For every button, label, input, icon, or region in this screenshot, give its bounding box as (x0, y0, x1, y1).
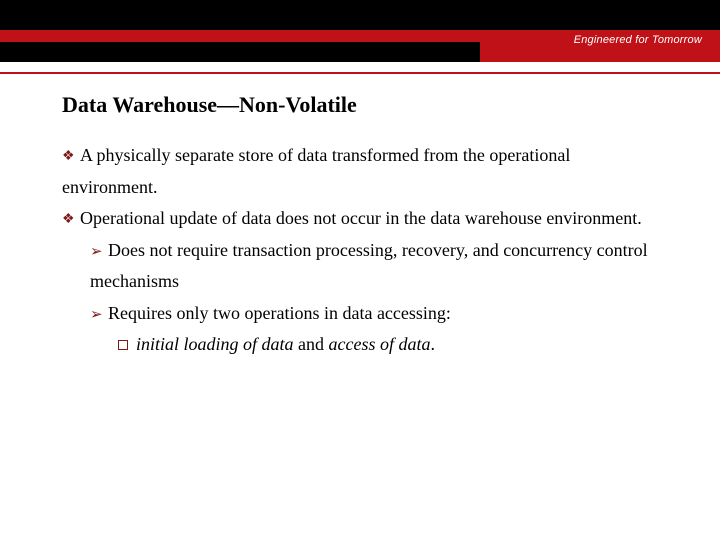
slide-content: Data Warehouse—Non-Volatile ❖A physicall… (0, 74, 720, 361)
bullet-item: ❖A physically separate store of data tra… (62, 140, 670, 203)
bullet-text-italic: initial loading of data (136, 334, 294, 354)
bullet-text: Operational update of data does not occu… (80, 208, 642, 228)
header-black-bar (0, 0, 720, 30)
header-black-inset (0, 42, 480, 62)
header-red-bar: Engineered for Tomorrow (0, 30, 720, 62)
header-tagline: Engineered for Tomorrow (574, 34, 702, 46)
bullet-item: initial loading of data and access of da… (118, 329, 670, 361)
bullet-text: Does not require transaction processing,… (90, 240, 648, 292)
slide-header: Engineered for Tomorrow (0, 0, 720, 62)
slide-body: ❖A physically separate store of data tra… (62, 140, 670, 361)
bullet-item: ➢Requires only two operations in data ac… (90, 298, 670, 330)
slide-title: Data Warehouse—Non-Volatile (62, 92, 670, 118)
diamond-bullet-icon: ❖ (62, 140, 80, 172)
bullet-text-italic: access of data (329, 334, 431, 354)
bullet-text: . (431, 334, 436, 354)
arrow-bullet-icon: ➢ (90, 298, 108, 330)
bullet-text: A physically separate store of data tran… (62, 145, 570, 197)
bullet-text: Requires only two operations in data acc… (108, 303, 451, 323)
bullet-item: ❖Operational update of data does not occ… (62, 203, 670, 235)
bullet-text: and (294, 334, 329, 354)
arrow-bullet-icon: ➢ (90, 235, 108, 267)
diamond-bullet-icon: ❖ (62, 203, 80, 235)
square-bullet-icon (118, 329, 136, 361)
bullet-item: ➢Does not require transaction processing… (90, 235, 670, 298)
